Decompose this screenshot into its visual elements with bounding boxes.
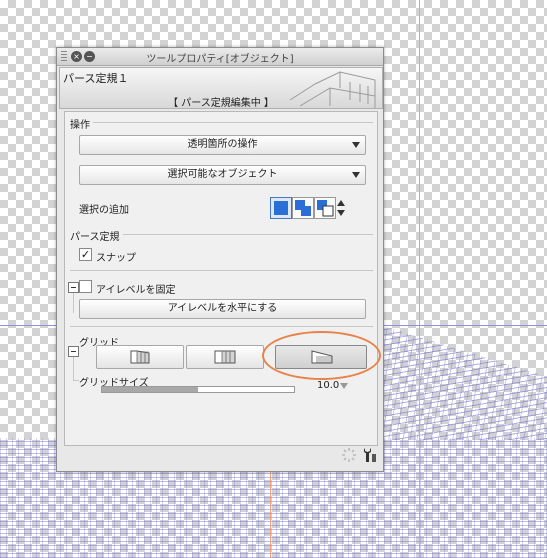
tool-property-panel: × − ツールプロパティ[オブジェクト] パース定規１ 【 パース定規編集中 】… bbox=[56, 47, 384, 472]
selection-mode-spinner-icon[interactable] bbox=[336, 198, 346, 218]
dropdown-value: 選択可能なオブジェクト bbox=[167, 169, 278, 180]
tree-connector bbox=[73, 357, 74, 380]
grid-size-value[interactable]: 10.0 bbox=[317, 380, 339, 391]
object-name: パース定規１ bbox=[63, 72, 129, 85]
section-label-perspective: パース定規 bbox=[70, 232, 120, 243]
snap-label: スナップ bbox=[96, 253, 136, 264]
edit-status-label: 【 パース定規編集中 】 bbox=[168, 98, 274, 109]
dropdown-value: 透明箇所の操作 bbox=[187, 139, 258, 150]
dropdown-arrow-icon bbox=[352, 172, 360, 178]
grid-size-arrow-icon[interactable] bbox=[340, 383, 348, 389]
snap-checkbox[interactable]: ✓ bbox=[79, 248, 92, 261]
grid-size-slider-fill bbox=[102, 387, 198, 392]
grid-plane-left-icon bbox=[130, 350, 150, 364]
perspective-grid-plane bbox=[380, 325, 547, 440]
grid-plane-center-icon bbox=[214, 350, 236, 364]
panel-title: ツールプロパティ[オブジェクト] bbox=[146, 54, 294, 65]
transparent-area-dropdown[interactable]: 透明箇所の操作 bbox=[79, 135, 366, 155]
section-divider bbox=[123, 234, 373, 235]
grid-xy-plane-button[interactable] bbox=[96, 345, 184, 369]
add-selection-button[interactable] bbox=[292, 197, 314, 219]
grid-yz-plane-button[interactable] bbox=[186, 345, 264, 369]
section-label-operation: 操作 bbox=[70, 120, 90, 131]
section-divider bbox=[70, 270, 373, 271]
preview-header: パース定規１ 【 パース定規編集中 】 bbox=[59, 67, 383, 109]
add-selection-label: 選択の追加 bbox=[79, 205, 129, 216]
new-selection-icon bbox=[274, 201, 288, 215]
new-selection-button[interactable] bbox=[270, 197, 292, 219]
fix-eye-level-checkbox[interactable] bbox=[79, 280, 92, 293]
properties-content: 操作 透明箇所の操作 選択可能なオブジェクト 選択の追加 パース定規 ✓ スナッ… bbox=[64, 111, 378, 446]
tree-connector bbox=[73, 293, 74, 313]
dropdown-arrow-icon bbox=[352, 142, 360, 148]
subtract-selection-icon bbox=[317, 200, 334, 217]
selectable-object-dropdown[interactable]: 選択可能なオブジェクト bbox=[79, 165, 366, 185]
vertical-guide-line bbox=[419, 0, 420, 558]
grid-size-slider[interactable] bbox=[101, 386, 295, 393]
wrench-settings-icon[interactable] bbox=[362, 446, 378, 464]
highlight-oval bbox=[262, 331, 381, 380]
level-eye-level-button[interactable]: アイレベルを水平にする bbox=[79, 299, 366, 319]
fix-eye-level-label: アイレベルを固定 bbox=[96, 285, 176, 296]
subtract-selection-button[interactable] bbox=[314, 197, 336, 219]
collapse-eye-level-icon[interactable] bbox=[68, 282, 79, 293]
section-divider bbox=[93, 122, 373, 123]
collapse-grid-icon[interactable] bbox=[68, 346, 79, 357]
section-divider bbox=[70, 326, 373, 327]
panel-titlebar[interactable]: × − ツールプロパティ[オブジェクト] bbox=[57, 48, 383, 66]
add-selection-icon bbox=[295, 200, 311, 216]
loading-spinner-icon bbox=[342, 448, 356, 462]
